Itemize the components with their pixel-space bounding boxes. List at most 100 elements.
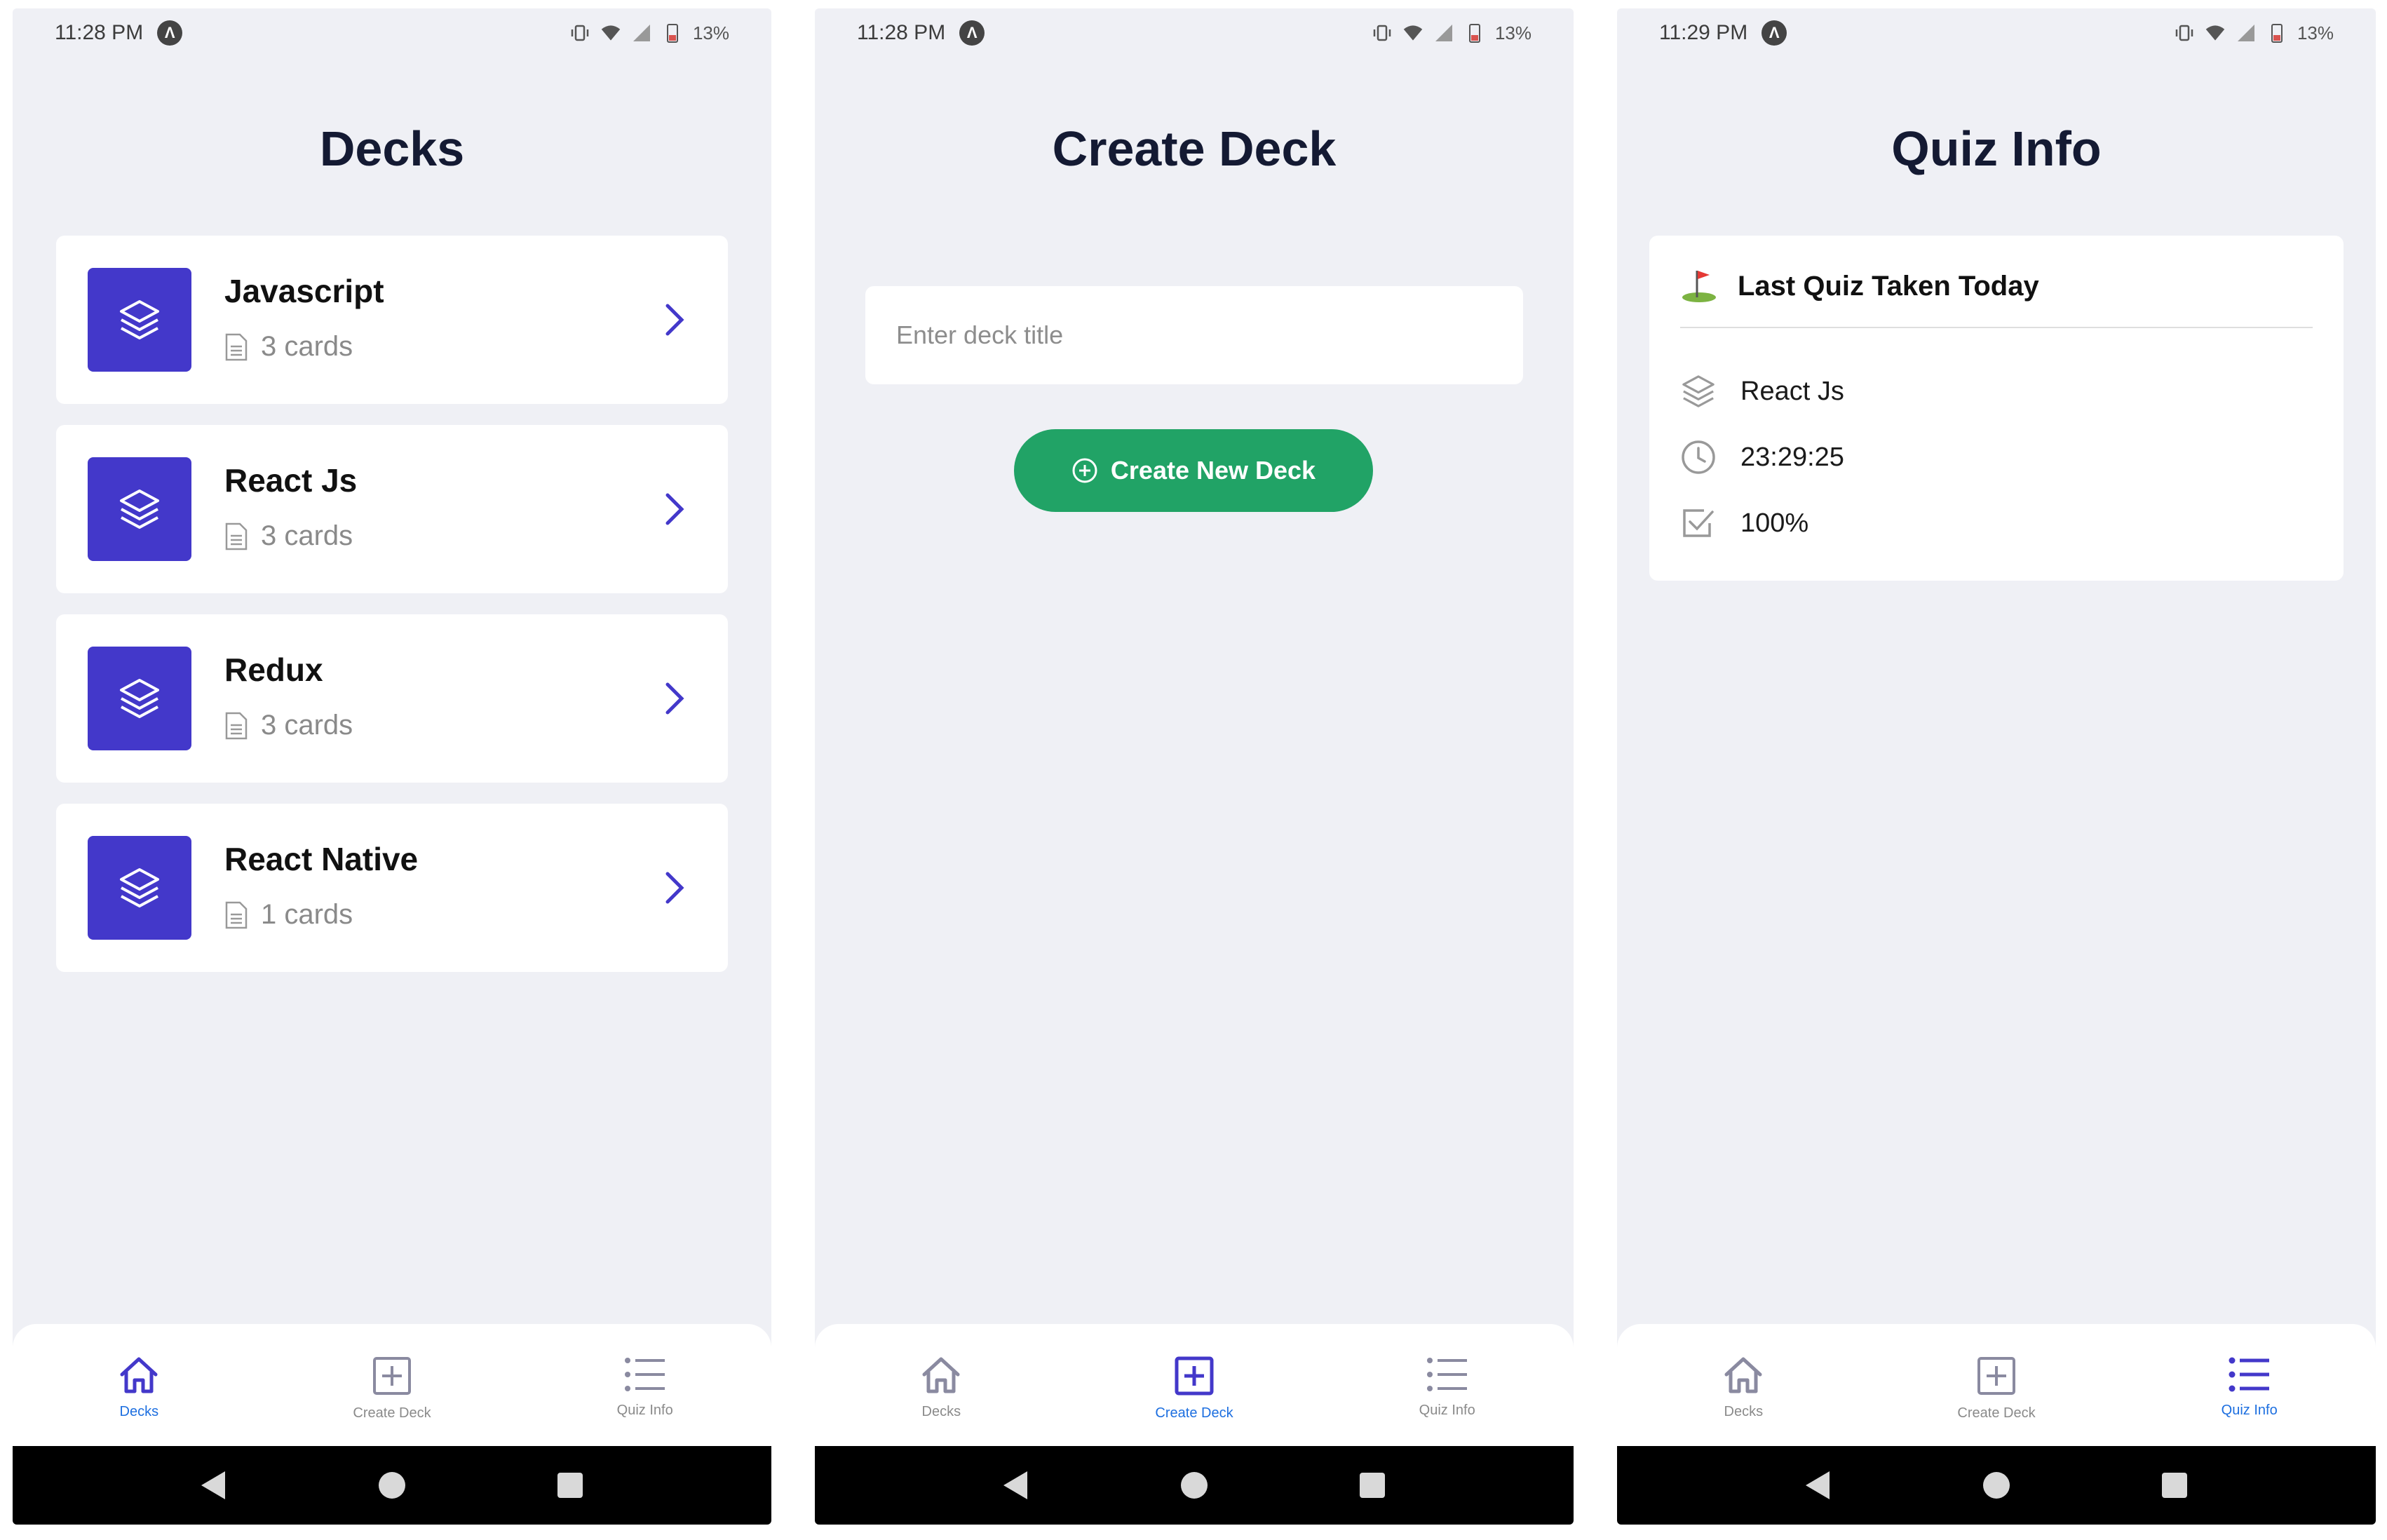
battery-icon — [662, 22, 683, 43]
recents-square-icon — [1360, 1473, 1385, 1498]
vibrate-icon — [2174, 22, 2195, 43]
plus-square-icon — [373, 1357, 411, 1395]
back-triangle-icon — [201, 1471, 225, 1499]
home-button[interactable] — [376, 1469, 408, 1501]
status-bar: 11:28 PM Λ 13% — [13, 8, 771, 58]
layers-icon — [120, 489, 159, 529]
tab-label: Create Deck — [1155, 1405, 1233, 1421]
list-icon — [624, 1358, 665, 1391]
home-circle-icon — [1181, 1472, 1208, 1499]
tab-decks[interactable]: Decks — [815, 1324, 1068, 1446]
last-quiz-title: Last Quiz Taken Today — [1738, 271, 2039, 302]
checkbox-icon — [1683, 509, 1714, 537]
create-deck-screen: 11:28 PM Λ 13% Create Deck Create New De… — [815, 8, 1574, 1525]
tab-create-deck[interactable]: Create Deck — [266, 1324, 519, 1446]
tab-label: Quiz Info — [2221, 1403, 2278, 1418]
deck-card-react-js[interactable]: React Js 3 cards — [56, 425, 728, 593]
tab-label: Create Deck — [1957, 1405, 2036, 1421]
tab-label: Quiz Info — [616, 1403, 673, 1418]
bottom-tab-bar: Decks Create Deck Quiz Info — [1617, 1324, 2376, 1446]
wifi-icon — [1402, 22, 1424, 43]
layers-icon — [120, 679, 159, 718]
quiz-deck-row: React Js — [1680, 373, 1844, 410]
quiz-score-value: 100% — [1740, 508, 1809, 538]
app-notification-icon: Λ — [959, 20, 985, 46]
battery-percent: 13% — [692, 22, 729, 43]
chevron-right-icon — [665, 493, 684, 525]
status-time: 11:28 PM — [55, 21, 144, 44]
tab-quiz-info[interactable]: Quiz Info — [518, 1324, 771, 1446]
quiz-info-screen: 11:29 PM Λ 13% Quiz Info Last Quiz Taken… — [1617, 8, 2376, 1525]
deck-thumbnail — [88, 836, 191, 940]
tab-label: Create Deck — [353, 1405, 431, 1421]
deck-card-redux[interactable]: Redux 3 cards — [56, 614, 728, 783]
plus-square-icon — [1977, 1357, 2015, 1395]
deck-card-react-native[interactable]: React Native 1 cards — [56, 804, 728, 972]
home-circle-icon — [1983, 1472, 2010, 1499]
home-icon — [1724, 1357, 1762, 1393]
signal-icon — [2236, 22, 2257, 43]
wifi-icon — [2205, 22, 2226, 43]
deck-count-row: 3 cards — [224, 331, 353, 363]
recents-square-icon — [2162, 1473, 2187, 1498]
deck-count-row: 3 cards — [224, 710, 353, 741]
tab-create-deck[interactable]: Create Deck — [1870, 1324, 2123, 1446]
back-button[interactable] — [1802, 1469, 1834, 1501]
document-icon — [225, 522, 248, 550]
page-title: Create Deck — [1052, 121, 1337, 176]
last-quiz-card: Last Quiz Taken Today React Js 23:29:25 … — [1649, 236, 2344, 581]
deck-card-count: 1 cards — [261, 899, 353, 930]
tab-create-deck[interactable]: Create Deck — [1068, 1324, 1321, 1446]
recents-button[interactable] — [2158, 1469, 2191, 1501]
status-icons: 13% — [2174, 22, 2334, 44]
android-nav-bar — [13, 1446, 771, 1525]
recents-button[interactable] — [1356, 1469, 1388, 1501]
deck-thumbnail — [88, 647, 191, 750]
deck-count-row: 3 cards — [224, 520, 353, 552]
back-button[interactable] — [198, 1469, 230, 1501]
app-notification-icon: Λ — [157, 20, 183, 46]
back-button[interactable] — [1000, 1469, 1032, 1501]
status-icons: 13% — [569, 22, 729, 44]
list-icon — [2229, 1357, 2269, 1392]
deck-card-count: 3 cards — [261, 710, 353, 741]
deck-card-count: 3 cards — [261, 520, 353, 551]
deck-title-input[interactable] — [865, 286, 1523, 384]
deck-name: React Native — [224, 841, 419, 877]
quiz-time-row: 23:29:25 — [1680, 439, 1844, 475]
status-time: 11:29 PM — [1659, 21, 1748, 44]
home-button[interactable] — [1980, 1469, 2013, 1501]
tab-quiz-info[interactable]: Quiz Info — [1320, 1324, 1574, 1446]
chevron-right-icon — [665, 304, 684, 336]
status-icons: 13% — [1372, 22, 1531, 44]
create-new-deck-label: Create New Deck — [1110, 456, 1316, 485]
status-time: 11:28 PM — [857, 21, 946, 44]
bottom-tab-bar: Decks Create Deck Quiz Info — [815, 1324, 1574, 1446]
tab-quiz-info[interactable]: Quiz Info — [2123, 1324, 2376, 1446]
deck-card-javascript[interactable]: Javascript 3 cards — [56, 236, 728, 404]
app-notification-icon: Λ — [1761, 20, 1787, 46]
last-quiz-header: Last Quiz Taken Today — [1680, 266, 2313, 328]
battery-icon — [2266, 22, 2287, 43]
back-triangle-icon — [1806, 1471, 1830, 1499]
page-title: Quiz Info — [1891, 121, 2102, 176]
plus-circle-icon — [1072, 458, 1097, 483]
status-bar: 11:28 PM Λ 13% — [815, 8, 1574, 58]
signal-icon — [631, 22, 652, 43]
tab-label: Quiz Info — [1419, 1403, 1475, 1418]
home-icon — [120, 1357, 158, 1393]
back-triangle-icon — [1003, 1471, 1027, 1499]
deck-count-row: 1 cards — [224, 899, 353, 931]
deck-thumbnail — [88, 268, 191, 372]
tab-label: Decks — [1724, 1404, 1764, 1419]
layers-icon — [120, 868, 159, 907]
create-new-deck-button[interactable]: Create New Deck — [1014, 429, 1373, 512]
deck-name: Javascript — [224, 273, 384, 309]
home-icon — [922, 1357, 960, 1393]
recents-button[interactable] — [554, 1469, 586, 1501]
home-button[interactable] — [1178, 1469, 1210, 1501]
tab-decks[interactable]: Decks — [13, 1324, 266, 1446]
tab-decks[interactable]: Decks — [1617, 1324, 1870, 1446]
tab-label: Decks — [921, 1404, 961, 1419]
layers-icon — [120, 300, 159, 339]
